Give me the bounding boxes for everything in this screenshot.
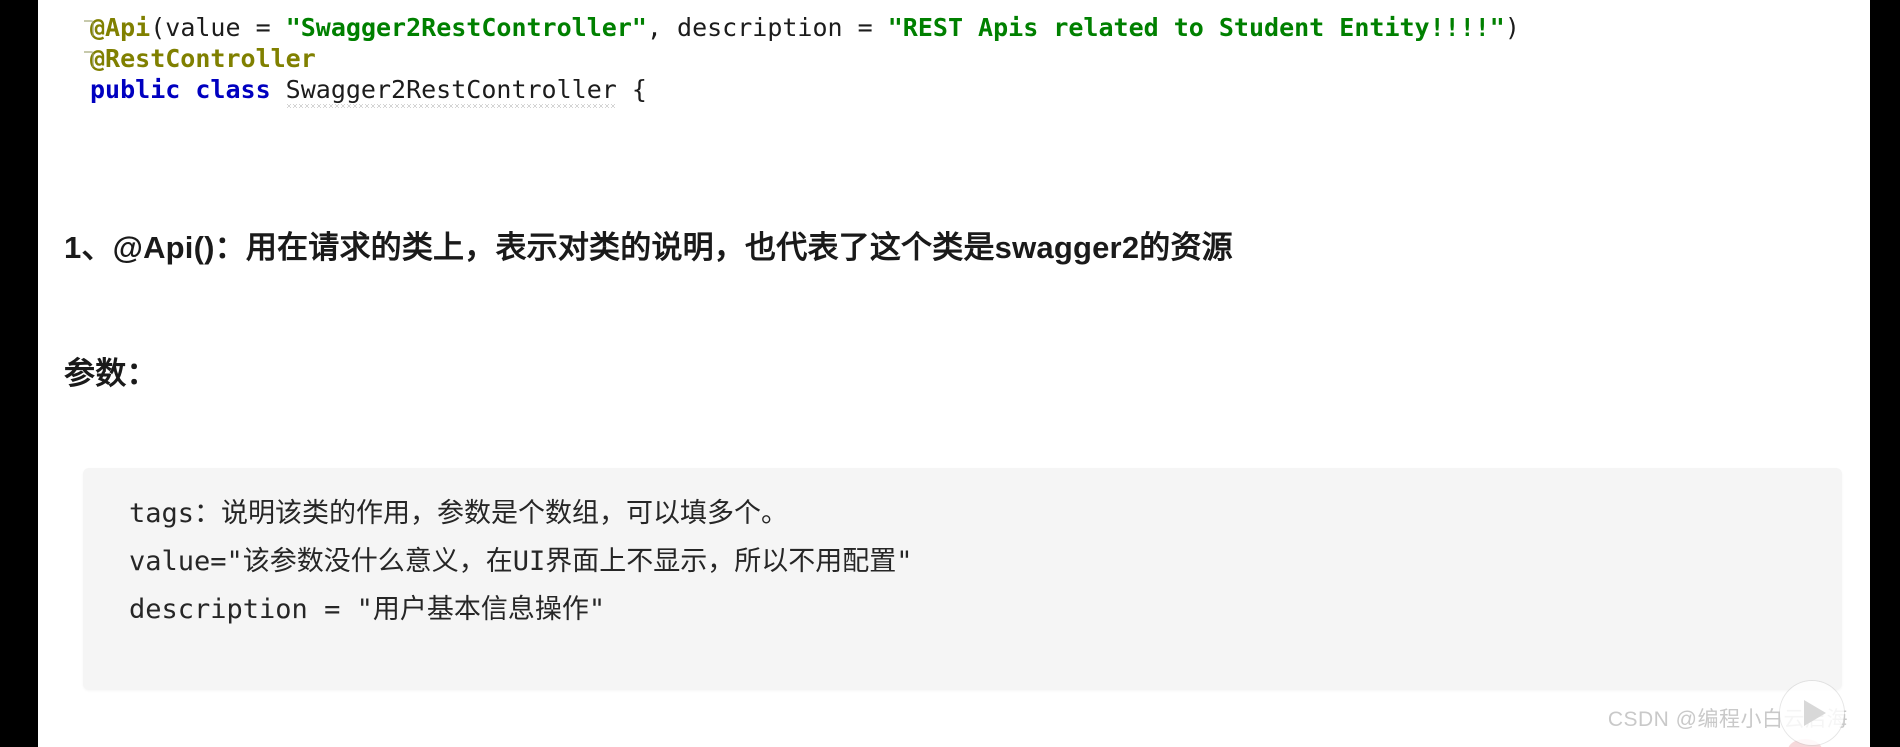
code-token-plain: { (616, 75, 647, 104)
code-line-3: public class Swagger2RestController { (38, 74, 1870, 108)
param-line-tags: tags：说明该类的作用，参数是个数组，可以填多个。 (129, 498, 789, 529)
code-token-string: "REST Apis related to Student Entity!!!!… (887, 13, 1505, 42)
code-token-annotation: @RestController (90, 44, 316, 73)
paragraph-api-description: 1、@Api()：用在请求的类上，表示对类的说明，也代表了这个类是swagger… (64, 230, 1233, 265)
screenshot-root: @Api(value = "Swagger2RestController", d… (0, 0, 1900, 747)
play-icon[interactable] (1780, 681, 1844, 745)
code-token-classname: Swagger2RestController (285, 75, 617, 108)
code-token-annotation: @Api (90, 13, 151, 42)
code-token-string: "Swagger2RestController" (285, 13, 647, 42)
document-page: @Api(value = "Swagger2RestController", d… (38, 0, 1870, 747)
paragraph-parameters-heading: 参数： (64, 356, 158, 391)
code-snippet: @Api(value = "Swagger2RestController", d… (38, 12, 1870, 108)
code-token-plain: , description = (646, 13, 888, 42)
code-line-1: @Api(value = "Swagger2RestController", d… (38, 12, 1870, 43)
annotation-gutter-icon[interactable] (84, 18, 98, 36)
annotation-gutter-icon[interactable] (84, 49, 98, 67)
code-token-plain: ) (1504, 13, 1520, 42)
parameter-code-block: tags：说明该类的作用，参数是个数组，可以填多个。 value="该参数没什么… (83, 468, 1842, 690)
parameter-code-block-content: tags：说明该类的作用，参数是个数组，可以填多个。 value="该参数没什么… (129, 490, 1822, 634)
param-line-value: value="该参数没什么意义，在UI界面上不显示，所以不用配置" (129, 546, 913, 577)
code-token-keyword: public class (90, 75, 286, 104)
letterbox-left (0, 0, 38, 747)
code-line-2: @RestController (38, 43, 1870, 74)
letterbox-right (1870, 0, 1900, 747)
code-token-plain: (value = (150, 13, 286, 42)
param-line-description: description = "用户基本信息操作" (129, 594, 606, 625)
